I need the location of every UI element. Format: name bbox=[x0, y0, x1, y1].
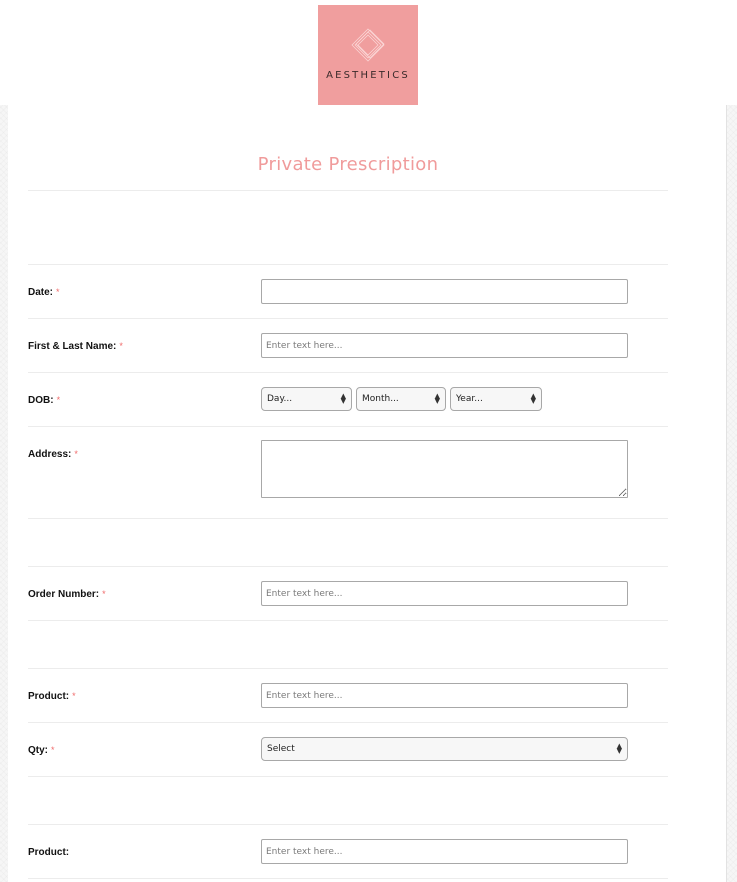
qty-1-label-text: Qty: bbox=[28, 745, 48, 756]
divider bbox=[28, 878, 668, 879]
divider bbox=[28, 620, 668, 621]
dob-year-value: Year... bbox=[456, 394, 483, 404]
qty-1-label: Qty: * bbox=[28, 745, 55, 756]
address-label: Address: * bbox=[28, 449, 78, 460]
product-2-label: Product: bbox=[28, 847, 69, 858]
dob-label-text: DOB: bbox=[28, 395, 54, 406]
required-marker: * bbox=[119, 341, 123, 351]
product-2-label-text: Product: bbox=[28, 847, 70, 858]
select-arrows-icon: ▲ ▼ bbox=[616, 742, 622, 755]
logo-text: AESTHETICS bbox=[326, 70, 410, 81]
date-input[interactable] bbox=[261, 279, 628, 304]
address-textarea[interactable] bbox=[261, 440, 628, 498]
dob-day-select[interactable]: Day... ▲ ▼ bbox=[261, 387, 352, 411]
divider bbox=[28, 824, 668, 825]
divider bbox=[28, 426, 668, 427]
divider bbox=[28, 372, 668, 373]
required-marker: * bbox=[56, 287, 60, 297]
header: AESTHETICS bbox=[0, 0, 737, 105]
form-title: Private Prescription bbox=[257, 154, 439, 175]
product-1-label-text: Product: bbox=[28, 691, 70, 702]
required-marker: * bbox=[51, 745, 55, 755]
divider bbox=[28, 518, 668, 519]
name-label-text: First & Last Name: bbox=[28, 341, 117, 352]
qty-1-value: Select bbox=[267, 744, 295, 754]
dob-year-select[interactable]: Year... ▲ ▼ bbox=[450, 387, 542, 411]
date-label-text: Date: bbox=[28, 287, 54, 298]
dob-day-value: Day... bbox=[267, 394, 293, 404]
form-card: Private Prescription Date: * First & Last… bbox=[8, 105, 727, 882]
divider bbox=[28, 722, 668, 723]
required-marker: * bbox=[102, 589, 106, 599]
name-label: First & Last Name: * bbox=[28, 341, 123, 352]
name-input[interactable] bbox=[261, 333, 628, 358]
divider bbox=[28, 566, 668, 567]
dob-month-select[interactable]: Month... ▲ ▼ bbox=[356, 387, 446, 411]
divider bbox=[28, 668, 668, 669]
divider bbox=[28, 776, 668, 777]
divider bbox=[28, 190, 668, 191]
select-arrows-icon: ▲ ▼ bbox=[434, 392, 440, 405]
divider bbox=[28, 264, 668, 265]
brand-logo[interactable]: AESTHETICS bbox=[318, 5, 418, 105]
order-number-label-text: Order Number: bbox=[28, 589, 100, 600]
address-label-text: Address: bbox=[28, 449, 72, 460]
dob-label: DOB: * bbox=[28, 395, 60, 406]
select-arrows-icon: ▲ ▼ bbox=[530, 392, 536, 405]
required-marker: * bbox=[74, 449, 78, 459]
divider bbox=[28, 318, 668, 319]
date-label: Date: * bbox=[28, 287, 60, 298]
order-number-input[interactable] bbox=[261, 581, 628, 606]
qty-1-select[interactable]: Select ▲ ▼ bbox=[261, 737, 628, 761]
dob-month-value: Month... bbox=[362, 394, 399, 404]
required-marker: * bbox=[72, 691, 76, 701]
product-2-input[interactable] bbox=[261, 839, 628, 864]
diamond-logo-icon bbox=[351, 28, 385, 62]
product-1-input[interactable] bbox=[261, 683, 628, 708]
product-1-label: Product: * bbox=[28, 691, 76, 702]
required-marker: * bbox=[56, 395, 61, 405]
order-number-label: Order Number: * bbox=[28, 589, 106, 600]
select-arrows-icon: ▲ ▼ bbox=[340, 392, 346, 405]
